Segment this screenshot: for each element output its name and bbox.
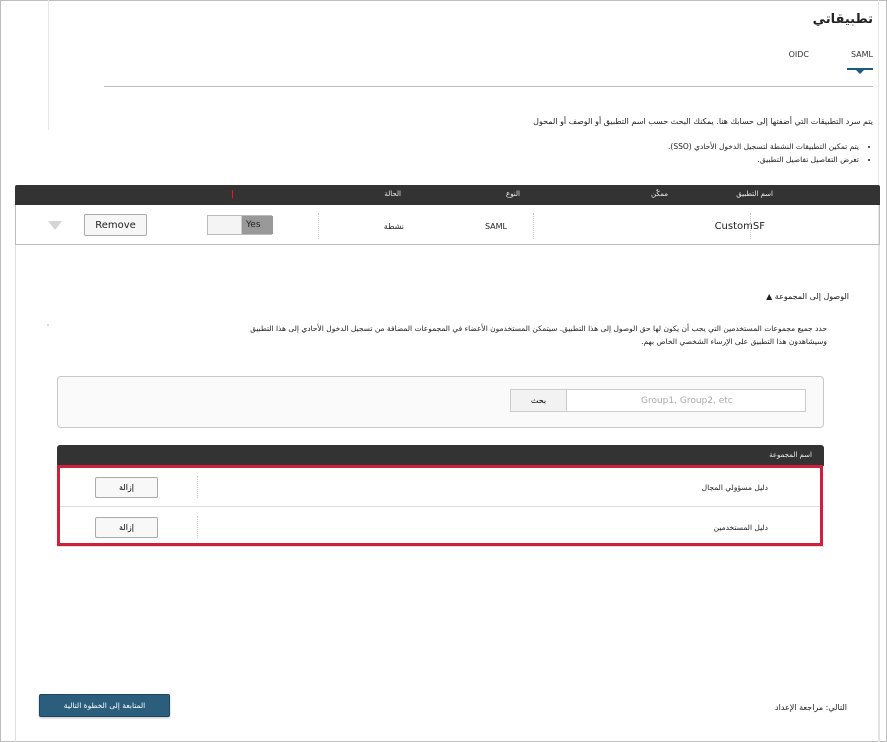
column-header-type: النوع (506, 190, 520, 198)
column-header-enabled: ممكّن (651, 190, 668, 198)
next-step-label: التالي: مراجعة الإعداد (775, 703, 847, 712)
continue-next-step-button[interactable]: المتابعة إلى الخطوة التالية (39, 694, 170, 717)
cell-separator (533, 213, 534, 239)
remove-app-button[interactable]: Remove (84, 214, 147, 236)
bullet-item: تعرض التفاصيل تفاصيل التطبيق. (668, 153, 859, 166)
active-tab-caret-icon (856, 70, 864, 74)
group-access-description: حدد جميع مجموعات المستخدمين التي يجب أن … (57, 322, 827, 348)
enabled-toggle[interactable]: Yes (207, 215, 273, 235)
app-type: SAML (484, 222, 507, 231)
group-access-title-text: الوصول إلى المجموعة (774, 292, 849, 301)
description-line: وسيشاهدون هذا التطبيق على الإرساء الشخصي… (641, 337, 827, 346)
group-access-title: الوصول إلى المجموعة ▲ (766, 292, 849, 301)
app-name: CustomSF (714, 221, 765, 232)
cell-separator (318, 213, 319, 239)
toggle-knob (208, 216, 242, 234)
tab-oidc[interactable]: OIDC (789, 50, 809, 59)
groups-table-header: اسم المجموعة (57, 445, 824, 466)
cell-separator (750, 213, 751, 239)
expand-details-icon[interactable] (48, 221, 62, 230)
decorative-dot (47, 324, 49, 326)
search-button[interactable]: بحث (511, 390, 567, 411)
intro-text: يتم سرد التطبيقات التي أضفتها إلى حسابك … (533, 117, 873, 126)
description-line: حدد جميع مجموعات المستخدمين التي يجب أن … (250, 324, 827, 333)
caret-down-icon[interactable]: ▲ (766, 292, 772, 301)
app-status: نشطة (383, 222, 404, 231)
header-marker (232, 190, 233, 198)
column-header-status: الحالة (384, 190, 401, 198)
tabs-divider (104, 86, 873, 87)
column-header-app-name: اسم التطبيق (736, 190, 773, 198)
apps-table-header: اسم التطبيق النوع الحالة ممكّن (15, 185, 880, 205)
table-row: CustomSF SAML نشطة Yes Remove (15, 205, 880, 245)
left-guide-line (48, 0, 49, 130)
column-header-group-name: اسم المجموعة (769, 451, 812, 459)
page-title: تطبيقاتي (812, 12, 873, 27)
tab-saml[interactable]: SAML (851, 50, 873, 59)
highlight-box (57, 465, 823, 546)
bullet-item: يتم تمكين التطبيقات النشطة لتسجيل الدخول… (668, 140, 859, 153)
info-bullets: يتم تمكين التطبيقات النشطة لتسجيل الدخول… (668, 140, 873, 166)
